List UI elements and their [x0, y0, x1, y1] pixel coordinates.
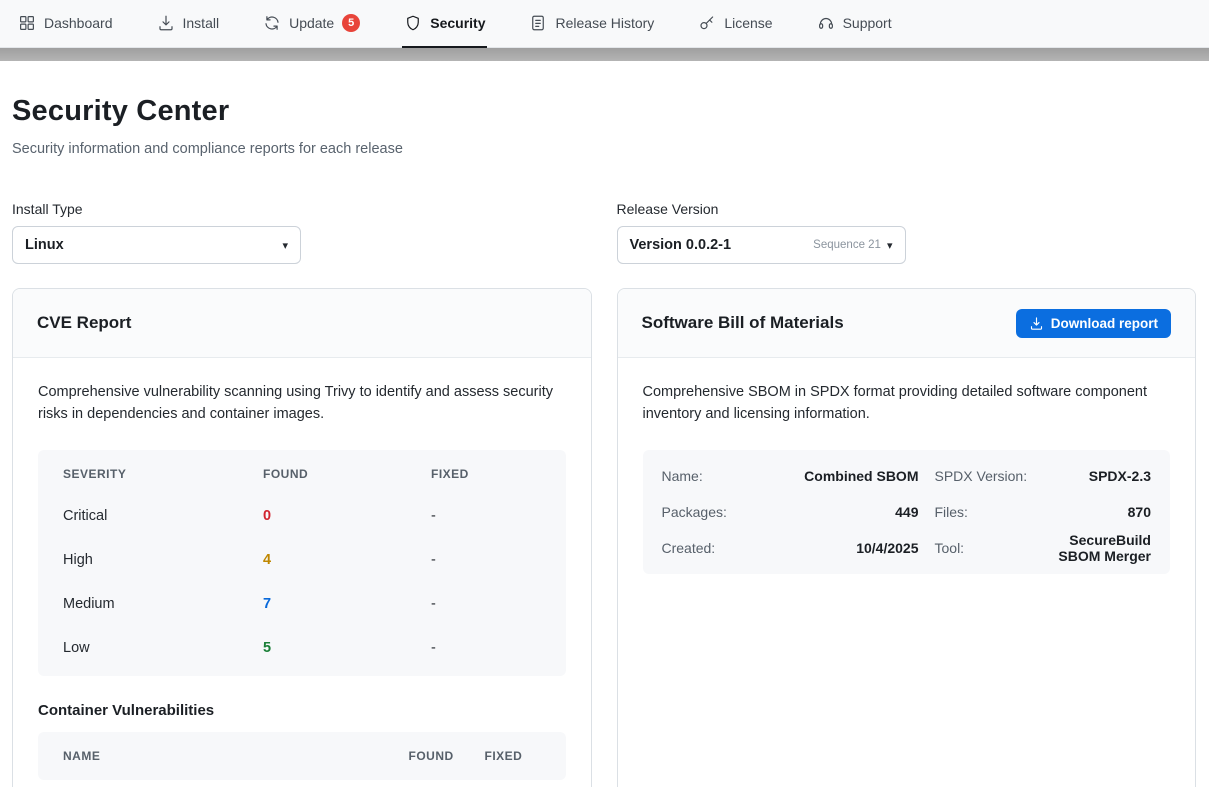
detail-label: Name: — [662, 468, 767, 484]
severity-table: SEVERITY FOUND FIXED Critical 0 - High 4… — [38, 450, 566, 676]
chevron-down-icon: ▾ — [887, 239, 893, 252]
detail-label: Packages: — [662, 504, 767, 520]
page-subtitle: Security information and compliance repo… — [12, 141, 1196, 157]
col-name: NAME — [63, 749, 409, 763]
severity-table-header: SEVERITY FOUND FIXED — [63, 454, 541, 494]
install-type-select[interactable]: Linux ▾ — [12, 226, 301, 264]
cve-description: Comprehensive vulnerability scanning usi… — [38, 382, 558, 426]
table-row-high: High 4 - — [63, 538, 541, 582]
fixed-count: - — [431, 508, 541, 524]
severity-name: Critical — [63, 508, 263, 524]
detail-label: Tool: — [919, 540, 1044, 556]
detail-value: SecureBuild SBOM Merger — [1044, 532, 1152, 564]
detail-label: SPDX Version: — [919, 468, 1044, 484]
release-version-value: Version 0.0.2-1 — [630, 237, 732, 253]
tab-install[interactable]: Install — [155, 0, 222, 48]
col-found: FOUND — [263, 467, 431, 481]
detail-value: 10/4/2025 — [767, 540, 919, 556]
fixed-count: - — [431, 640, 541, 656]
sbom-row-3: Created: 10/4/2025 Tool: SecureBuild SBO… — [662, 530, 1152, 566]
tab-security[interactable]: Security — [402, 0, 487, 48]
sbom-card-header: Software Bill of Materials Download repo… — [618, 289, 1196, 358]
fixed-count: - — [431, 596, 541, 612]
shield-icon — [404, 14, 422, 32]
download-icon — [1029, 316, 1044, 331]
fixed-count: - — [431, 552, 541, 568]
refresh-icon — [263, 14, 281, 32]
found-count: 0 — [263, 508, 431, 524]
main-content: Security Center Security information and… — [0, 95, 1209, 787]
severity-name: Low — [63, 640, 263, 656]
detail-value: Combined SBOM — [767, 468, 919, 484]
table-row-critical: Critical 0 - — [63, 494, 541, 538]
tab-label: Release History — [555, 15, 654, 31]
document-icon — [529, 14, 547, 32]
download-report-label: Download report — [1051, 316, 1158, 331]
chevron-down-icon: ▾ — [282, 239, 288, 252]
table-row-low: Low 5 - — [63, 626, 541, 670]
cve-card-body: Comprehensive vulnerability scanning usi… — [13, 358, 591, 787]
container-table-header: NAME FOUND FIXED — [63, 736, 541, 776]
top-navigation: Dashboard Install Update 5 Security Rele… — [0, 0, 1209, 48]
col-severity: SEVERITY — [63, 467, 263, 481]
detail-value: 449 — [767, 504, 919, 520]
download-report-button[interactable]: Download report — [1016, 309, 1171, 338]
tab-label: Security — [430, 15, 485, 31]
sbom-card-body: Comprehensive SBOM in SPDX format provid… — [618, 358, 1196, 598]
key-icon — [698, 14, 716, 32]
severity-name: High — [63, 552, 263, 568]
tab-release-history[interactable]: Release History — [527, 0, 656, 48]
col-found: FOUND — [409, 749, 485, 763]
tab-support[interactable]: Support — [815, 0, 894, 48]
release-version-select[interactable]: Version 0.0.2-1 Sequence 21 ▾ — [617, 226, 906, 264]
found-count: 5 — [263, 640, 431, 656]
sbom-card-title: Software Bill of Materials — [642, 313, 844, 333]
found-count: 7 — [263, 596, 431, 612]
sequence-meta: Sequence 21 — [813, 239, 881, 251]
dashboard-grid-icon — [18, 14, 36, 32]
sbom-details-table: Name: Combined SBOM SPDX Version: SPDX-2… — [643, 450, 1171, 574]
tab-label: Install — [183, 15, 220, 31]
sbom-row-2: Packages: 449 Files: 870 — [662, 494, 1152, 530]
install-type-label: Install Type — [12, 201, 592, 217]
tab-license[interactable]: License — [696, 0, 774, 48]
col-fixed: FIXED — [431, 467, 541, 481]
download-icon — [157, 14, 175, 32]
tab-dashboard[interactable]: Dashboard — [16, 0, 115, 48]
detail-label: Created: — [662, 540, 767, 556]
install-type-value: Linux — [25, 237, 64, 253]
update-count-badge: 5 — [342, 14, 360, 32]
detail-value: SPDX-2.3 — [1044, 468, 1152, 484]
cve-report-card: CVE Report Comprehensive vulnerability s… — [12, 288, 592, 787]
sbom-row-1: Name: Combined SBOM SPDX Version: SPDX-2… — [662, 458, 1152, 494]
cards-row: CVE Report Comprehensive vulnerability s… — [12, 288, 1196, 787]
filters-row: Install Type Linux ▾ Release Version Ver… — [12, 201, 1196, 264]
container-vulnerabilities-table: NAME FOUND FIXED — [38, 732, 566, 780]
found-count: 4 — [263, 552, 431, 568]
release-version-filter: Release Version Version 0.0.2-1 Sequence… — [617, 201, 1197, 264]
tab-label: Update — [289, 15, 334, 31]
tab-update[interactable]: Update 5 — [261, 0, 362, 48]
detail-value: 870 — [1044, 504, 1152, 520]
page-title: Security Center — [12, 95, 1196, 128]
tab-label: License — [724, 15, 772, 31]
install-type-filter: Install Type Linux ▾ — [12, 201, 592, 264]
support-headset-icon — [817, 14, 835, 32]
tab-label: Dashboard — [44, 15, 113, 31]
col-fixed: FIXED — [485, 749, 541, 763]
detail-label: Files: — [919, 504, 1044, 520]
severity-name: Medium — [63, 596, 263, 612]
sbom-description: Comprehensive SBOM in SPDX format provid… — [643, 382, 1163, 426]
table-row-medium: Medium 7 - — [63, 582, 541, 626]
container-vulnerabilities-heading: Container Vulnerabilities — [38, 702, 566, 719]
page-divider — [0, 48, 1209, 61]
sbom-card: Software Bill of Materials Download repo… — [617, 288, 1197, 787]
cve-card-title: CVE Report — [37, 313, 131, 333]
cve-card-header: CVE Report — [13, 289, 591, 358]
release-version-label: Release Version — [617, 201, 1197, 217]
tab-label: Support — [843, 15, 892, 31]
